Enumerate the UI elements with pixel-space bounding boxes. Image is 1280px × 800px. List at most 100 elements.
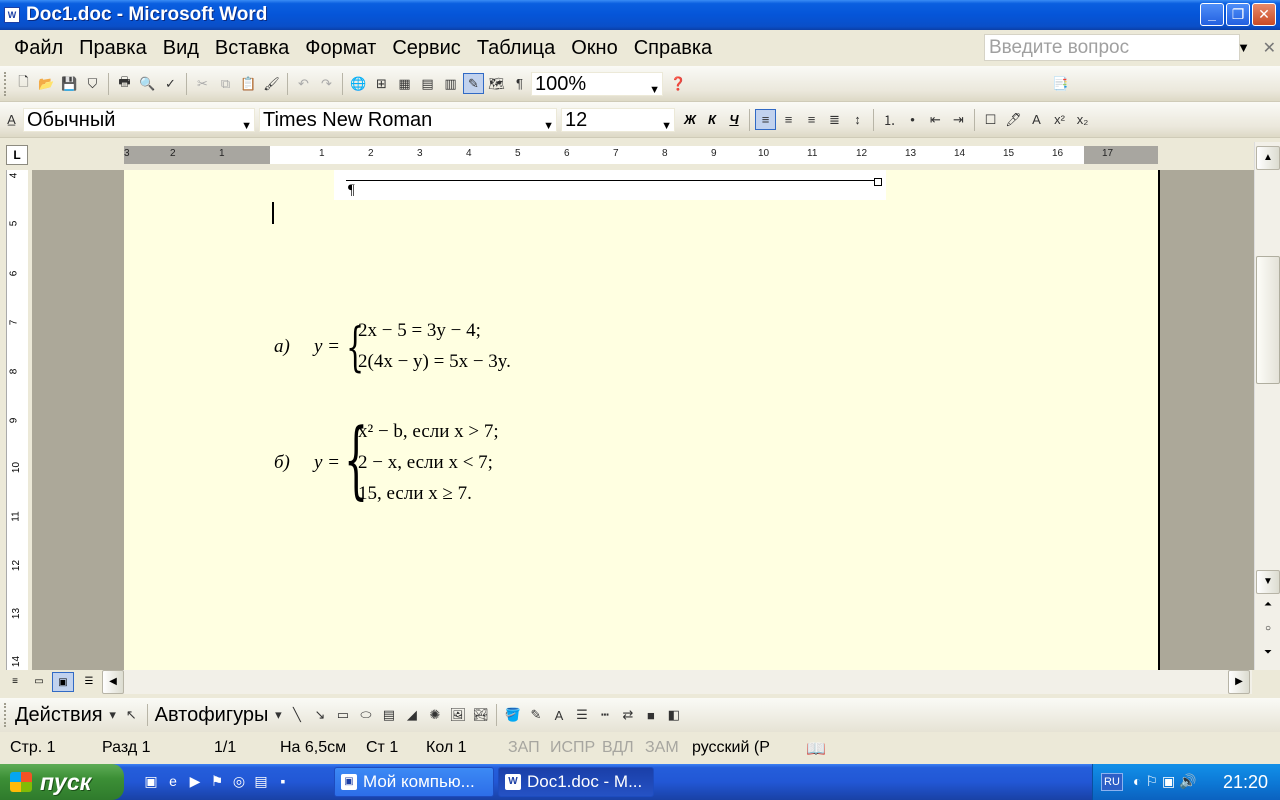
paste-icon[interactable]: 📋 — [238, 73, 259, 94]
rectangle-icon[interactable]: ▭ — [332, 705, 353, 726]
web-view-icon[interactable]: ▭ — [28, 672, 50, 692]
ask-question-input[interactable]: Введите вопрос — [984, 34, 1240, 61]
show-hide-icon[interactable]: ¶ — [509, 73, 530, 94]
line-icon[interactable]: ╲ — [286, 705, 307, 726]
3d-style-icon[interactable]: ◧ — [663, 705, 684, 726]
chevron-down-icon[interactable]: ▼ — [661, 115, 672, 137]
format-painter-icon[interactable]: 🖌 — [261, 73, 282, 94]
vertical-scrollbar[interactable]: ▲ ▼ ⏶ ○ ⏷ — [1254, 142, 1280, 670]
drawing-canvas-frame[interactable]: ¶ — [334, 170, 886, 200]
underline-button[interactable]: Ч — [723, 112, 745, 127]
chevron-down-icon[interactable]: ▼ — [543, 115, 554, 137]
menu-insert[interactable]: Вставка — [207, 37, 297, 60]
scroll-down-icon[interactable]: ▼ — [1256, 570, 1280, 594]
tables-borders-icon[interactable]: ⊞ — [371, 73, 392, 94]
language-indicator[interactable]: RU — [1101, 773, 1123, 791]
arrow-style-icon[interactable]: ⇄ — [617, 705, 638, 726]
print-preview-icon[interactable]: 🔍 — [137, 73, 158, 94]
status-track-changes[interactable]: ИСПР — [550, 739, 595, 757]
align-left-icon[interactable]: ≡ — [755, 109, 776, 130]
shadow-style-icon[interactable]: ■ — [640, 705, 661, 726]
chevron-down-icon[interactable]: ▾ — [272, 705, 284, 726]
close-button[interactable]: ✕ — [1252, 3, 1276, 26]
start-button[interactable]: пуск — [0, 764, 124, 800]
menu-help[interactable]: Справка — [626, 37, 720, 60]
redo-icon[interactable]: ↷ — [316, 73, 337, 94]
font-combo[interactable]: Times New Roman ▼ — [259, 107, 557, 132]
print-icon[interactable]: 🖶 — [114, 73, 135, 94]
undo-icon[interactable]: ↶ — [293, 73, 314, 94]
scroll-left-icon[interactable]: ◀ — [102, 670, 124, 694]
show-desktop-icon[interactable]: ▣ — [142, 772, 160, 790]
print-layout-icon[interactable]: ▣ — [52, 672, 74, 692]
toolbar-grip[interactable] — [4, 71, 8, 96]
menu-table[interactable]: Таблица — [469, 37, 563, 60]
picture-icon[interactable]: 🏞 — [470, 705, 491, 726]
decrease-indent-icon[interactable]: ⇤ — [925, 109, 946, 130]
document-close-icon[interactable]: ✕ — [1263, 38, 1276, 58]
status-extend[interactable]: ВДЛ — [602, 739, 634, 757]
actions-menu[interactable]: Действия — [12, 704, 106, 727]
chevron-down-icon[interactable]: ▼ — [241, 115, 252, 137]
ask-dropdown-icon[interactable]: ▼ — [1237, 40, 1250, 55]
menu-file[interactable]: Файл — [6, 37, 71, 60]
document-area[interactable]: ¶ а) y = { 2x − 5 = 3y − 4; 2(4x − y) = … — [32, 170, 1254, 670]
internet-explorer-icon[interactable]: e — [164, 772, 182, 790]
document-page[interactable]: ¶ а) y = { 2x − 5 = 3y − 4; 2(4x − y) = … — [124, 170, 1160, 670]
oval-icon[interactable]: ⬭ — [355, 705, 376, 726]
columns-icon[interactable]: ▥ — [440, 73, 461, 94]
chevron-down-icon[interactable]: ▾ — [107, 705, 119, 726]
scroll-thumb[interactable] — [1256, 256, 1280, 384]
help-icon[interactable]: ❓ — [668, 73, 689, 94]
permission-icon[interactable]: ⛉ — [82, 73, 103, 94]
previous-page-icon[interactable]: ⏶ — [1256, 594, 1280, 618]
font-size-combo[interactable]: 12 ▼ — [561, 107, 675, 132]
app-launcher-icon[interactable]: ⚑ — [208, 772, 226, 790]
dash-style-icon[interactable]: ┅ — [594, 705, 615, 726]
menu-format[interactable]: Формат — [297, 37, 384, 60]
spelling-icon[interactable]: ✓ — [160, 73, 181, 94]
select-objects-icon[interactable]: ↖ — [121, 705, 142, 726]
line-color-icon[interactable]: ✎ — [525, 705, 546, 726]
select-browse-object-icon[interactable]: ○ — [1256, 618, 1280, 642]
minimize-button[interactable]: _ — [1200, 3, 1224, 26]
bullets-icon[interactable]: • — [902, 109, 923, 130]
bold-button[interactable]: Ж — [679, 112, 701, 127]
research-icon[interactable]: 📑 — [1050, 73, 1071, 94]
zoom-combo[interactable]: 100% ▼ — [531, 71, 663, 96]
tray-icons[interactable]: ◐⚐▣🔊 — [1133, 773, 1201, 790]
wordart-icon[interactable]: ◢ — [401, 705, 422, 726]
text-box-icon[interactable]: ▤ — [378, 705, 399, 726]
clip-art-icon[interactable]: 🖼 — [447, 705, 468, 726]
fill-color-icon[interactable]: 🪣 — [502, 705, 523, 726]
copy-icon[interactable]: ⧉ — [215, 73, 236, 94]
scroll-right-icon[interactable]: ▶ — [1228, 670, 1250, 694]
new-document-icon[interactable]: 🗋 — [13, 73, 34, 94]
menu-view[interactable]: Вид — [155, 37, 207, 60]
autoshapes-menu[interactable]: Автофигуры — [152, 704, 272, 727]
outline-view-icon[interactable]: ☰ — [78, 672, 100, 692]
chevron-down-icon[interactable]: ▼ — [649, 79, 660, 101]
terminal-icon[interactable]: ▪ — [274, 772, 292, 790]
align-right-icon[interactable]: ≡ — [801, 109, 822, 130]
menu-tools[interactable]: Сервис — [384, 37, 469, 60]
media-player-icon[interactable]: ▶ — [186, 772, 204, 790]
horizontal-scrollbar[interactable]: ◀ ▶ — [102, 670, 1252, 694]
status-record[interactable]: ЗАП — [508, 739, 540, 757]
numbering-icon[interactable]: ⒈ — [879, 109, 900, 130]
taskbar-item-my-computer[interactable]: ▣ Мой компью... — [334, 767, 494, 797]
drawing-icon[interactable]: ✎ — [463, 73, 484, 94]
resize-handle[interactable] — [874, 178, 882, 186]
arrow-icon[interactable]: ↘ — [309, 705, 330, 726]
italic-button[interactable]: К — [701, 112, 723, 127]
tab-stop-selector[interactable]: L — [6, 145, 28, 165]
increase-indent-icon[interactable]: ⇥ — [948, 109, 969, 130]
spelling-status-icon[interactable]: 📖 — [806, 739, 826, 759]
folder-icon[interactable]: ▤ — [252, 772, 270, 790]
hyperlink-icon[interactable]: 🌐 — [348, 73, 369, 94]
clock[interactable]: 21:20 — [1223, 772, 1268, 793]
word-app-icon[interactable]: W — [4, 7, 20, 23]
style-combo[interactable]: Обычный ▼ — [23, 107, 255, 132]
highlight-icon[interactable]: 🖊 — [1003, 109, 1024, 130]
superscript-icon[interactable]: x² — [1049, 109, 1070, 130]
